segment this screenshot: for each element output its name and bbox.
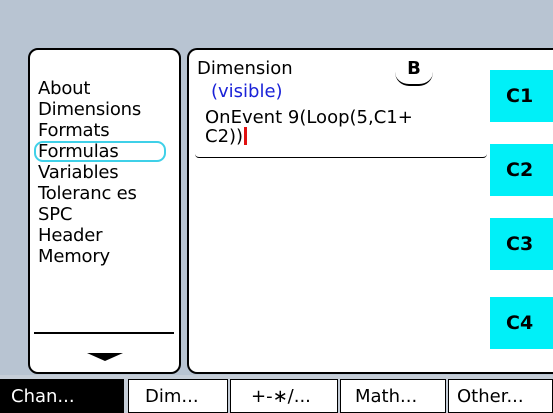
settings-menu-panel: About Dimensions Formats Formulas Variab… <box>28 48 181 374</box>
visibility-status: (visible) <box>211 81 283 102</box>
dimension-label: Dimension <box>197 58 293 79</box>
formula-underline <box>195 154 487 158</box>
menu-item-memory[interactable]: Memory <box>36 246 176 267</box>
menu-item-formulas[interactable]: Formulas <box>34 141 166 162</box>
c2-button[interactable]: C2 <box>490 144 553 196</box>
c3-button[interactable]: C3 <box>490 218 553 270</box>
menu-item-spc[interactable]: SPC <box>36 204 176 225</box>
settings-menu-list: About Dimensions Formats Formulas Variab… <box>34 78 176 267</box>
menu-item-formats[interactable]: Formats <box>36 120 176 141</box>
formula-line-2: C2)) <box>205 126 244 147</box>
menu-divider <box>34 332 174 334</box>
formula-line-1: OnEvent 9(Loop(5,C1+ <box>205 107 413 128</box>
softkey-channel[interactable]: Chan... <box>0 379 124 413</box>
softkey-operators[interactable]: +-∗/... <box>230 379 338 413</box>
menu-item-header[interactable]: Header <box>36 225 176 246</box>
c4-button[interactable]: C4 <box>490 297 553 349</box>
c1-button[interactable]: C1 <box>490 70 553 122</box>
menu-item-about[interactable]: About <box>36 78 176 99</box>
formula-input[interactable]: OnEvent 9(Loop(5,C1+ C2)) <box>205 108 475 146</box>
menu-item-tolerances[interactable]: Toleranc es <box>36 183 176 204</box>
down-arrow-icon[interactable] <box>87 353 123 361</box>
softkey-math[interactable]: Math... <box>340 379 446 413</box>
text-cursor <box>244 127 248 145</box>
softkey-other[interactable]: Other... <box>448 379 553 413</box>
screen: About Dimensions Formats Formulas Variab… <box>0 0 553 413</box>
softkey-dimension[interactable]: Dim... <box>128 379 228 413</box>
menu-item-variables[interactable]: Variables <box>36 162 176 183</box>
menu-item-dimensions[interactable]: Dimensions <box>36 99 176 120</box>
dimension-letter-underline <box>395 72 433 86</box>
